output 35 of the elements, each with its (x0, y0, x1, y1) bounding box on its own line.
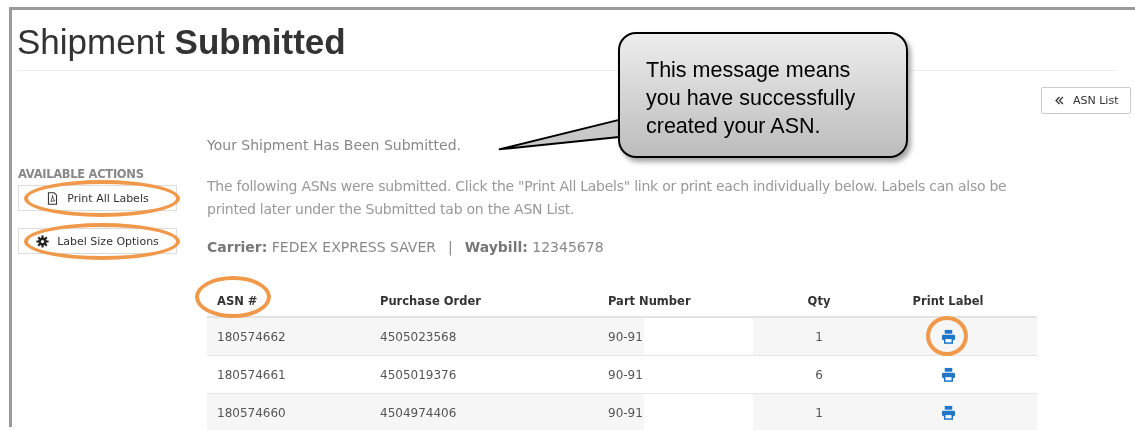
section-heading: AVAILABLE ACTIONS (18, 167, 145, 181)
column-header: Part Number (608, 294, 691, 308)
pdf-file-icon (46, 191, 60, 205)
printer-icon (940, 405, 956, 420)
print-button[interactable] (940, 367, 956, 382)
description-text: The following ASNs were submitted. Click the "Print All Labels" link or print each individually below. Labels can also be printed later under the Submitted tab on the ASN List. (207, 177, 1008, 219)
printer-icon (940, 329, 956, 344)
column-header: ASN # (217, 294, 258, 308)
action-button[interactable]: Label Size Options (18, 228, 177, 254)
print-button[interactable] (940, 405, 956, 420)
table-cell: 1 (815, 329, 823, 344)
column-header: Print Label (912, 294, 984, 308)
table-cell: 4505019376 (380, 367, 457, 382)
gear-icon (36, 234, 50, 248)
printer-icon (940, 367, 956, 382)
callout-bubble: This message means you have successfully created your ASN. (618, 32, 908, 158)
table-cell: 4504974406 (380, 405, 457, 420)
double-chevron-icon (1054, 95, 1065, 106)
separator: | (448, 239, 453, 255)
success-message: Your Shipment Has Been Submitted. (207, 137, 463, 153)
column-header: Purchase Order (380, 294, 481, 308)
table-cell: 1 (815, 405, 823, 420)
table-cell: 6 (815, 367, 823, 382)
table-cell: 180574661 (217, 367, 286, 382)
back-button[interactable]: ASN List (1041, 87, 1132, 114)
table-cell: 90-91 (608, 318, 753, 355)
table-cell: 180574662 (217, 329, 286, 344)
table-cell: 4505023568 (380, 329, 457, 344)
shipment-detail: Carrier: FEDEX EXPRESS SAVER (207, 239, 436, 255)
shipment-detail: Waybill: 12345678 (464, 239, 604, 255)
action-button[interactable]: Print All Labels (18, 185, 177, 211)
print-button[interactable] (940, 329, 956, 344)
table-cell: 180574660 (217, 405, 286, 420)
table-cell: 90-91 (608, 394, 753, 430)
column-header: Qty (807, 294, 831, 308)
